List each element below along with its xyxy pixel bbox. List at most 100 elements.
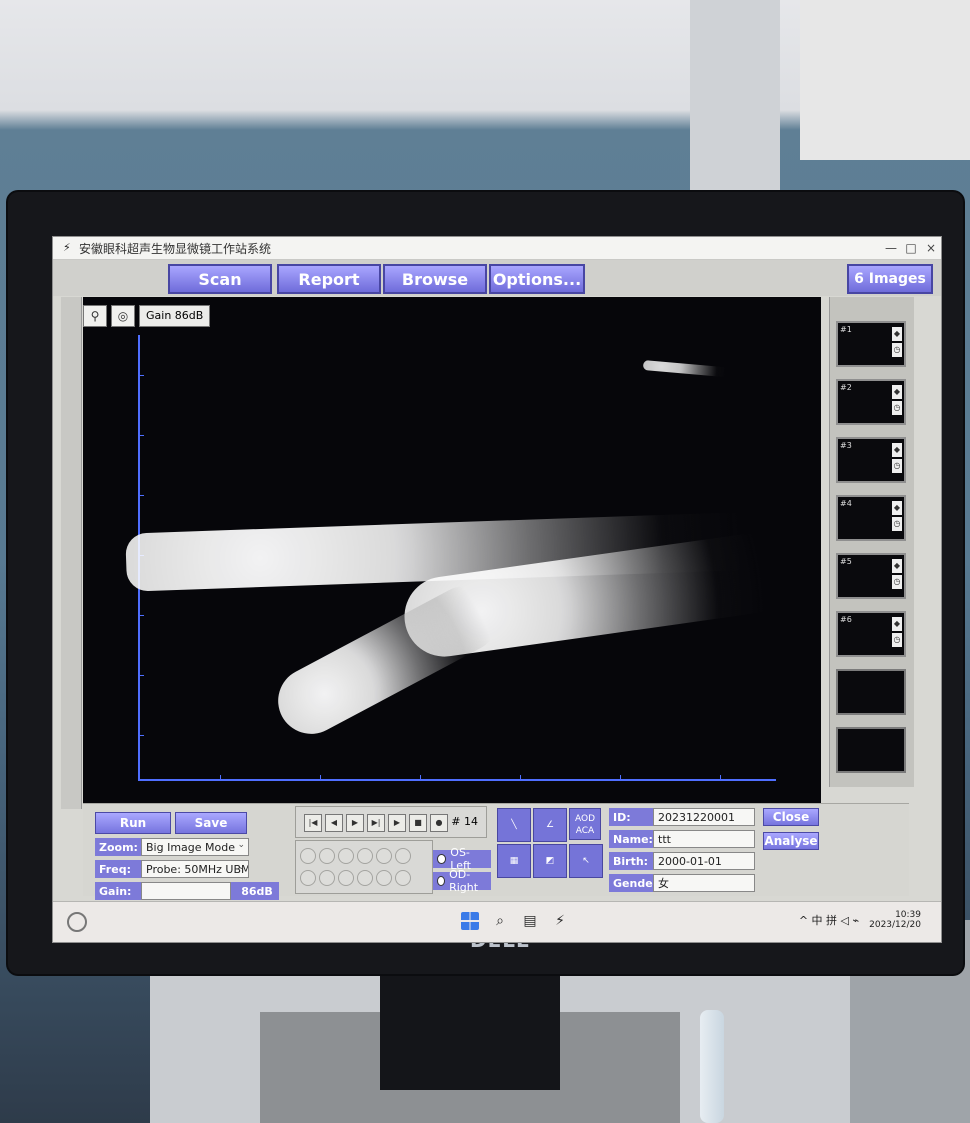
probe-icon[interactable]: ⚲: [83, 305, 107, 327]
freq-value: Probe: 50MHz UBM: [146, 862, 249, 876]
run-button[interactable]: Run: [95, 812, 171, 834]
measurement-tool-icon[interactable]: [376, 870, 392, 886]
save-button[interactable]: Save: [175, 812, 247, 834]
thumbnail-tool-icon[interactable]: ◷: [892, 401, 902, 415]
thumbnail-tool-icon[interactable]: ◆: [892, 385, 902, 399]
thumbnail-item[interactable]: #3 ◆ ◷: [836, 437, 906, 483]
taskbar-icons: ⌕ ▤ ⚡: [461, 912, 569, 930]
transport-row: |◀ ◀ ▶ ▶| ▶ ■ ●: [304, 814, 448, 832]
birth-field[interactable]: 2000-01-01: [653, 852, 755, 870]
gender-field[interactable]: 女: [653, 874, 755, 892]
thumbnail-tool-icon[interactable]: ◷: [892, 633, 902, 647]
y-tick: [138, 375, 144, 376]
measurement-tool-icon[interactable]: [300, 848, 316, 864]
os-left-radio[interactable]: OS-Left: [433, 846, 491, 872]
chevron-down-icon: ⌄: [237, 840, 245, 850]
id-field[interactable]: 20231220001: [653, 808, 755, 826]
thumbnail-tool-icon[interactable]: ◆: [892, 443, 902, 457]
measurement-row-1: [300, 848, 411, 864]
taskbar-status-icon[interactable]: [67, 912, 87, 932]
aod-aca-tool-icon[interactable]: AOD ACA: [569, 808, 601, 840]
measurement-tool-icon[interactable]: [319, 870, 335, 886]
close-window-button[interactable]: ×: [921, 241, 941, 255]
id-label: ID:: [609, 808, 653, 826]
menu-bar: Scan Report Browse Options... 6 Images: [53, 260, 941, 296]
thumbnail-tool-icon[interactable]: ◆: [892, 559, 902, 573]
measurement-tool-icon[interactable]: [357, 870, 373, 886]
play-button[interactable]: ▶: [388, 814, 406, 832]
app-shortcut-icon[interactable]: ⚡: [551, 912, 569, 930]
gain-display: Gain 86dB: [139, 305, 211, 327]
pointer-tool-icon[interactable]: ↖: [569, 844, 603, 878]
scan-button[interactable]: Scan: [168, 264, 272, 294]
thumbnail-tool-icon[interactable]: ◆: [892, 327, 902, 341]
record-button[interactable]: ●: [430, 814, 448, 832]
tray-icons[interactable]: ^ 中 拼 ◁ ⌁: [799, 912, 859, 928]
thumbnail-label: #3: [840, 441, 852, 450]
measurement-tool-icon[interactable]: [395, 870, 411, 886]
next-frame-button[interactable]: ▶: [346, 814, 364, 832]
wall-right: [800, 0, 970, 160]
last-frame-button[interactable]: ▶|: [367, 814, 385, 832]
clock-date: 2023/12/20: [869, 920, 921, 930]
measurement-tool-icon[interactable]: [319, 848, 335, 864]
left-scroll-rail[interactable]: [61, 297, 82, 809]
measurement-tool-icon[interactable]: [376, 848, 392, 864]
empty-thumbnail-slot[interactable]: [836, 727, 906, 773]
thumbnail-item[interactable]: #6 ◆ ◷: [836, 611, 906, 657]
file-explorer-icon[interactable]: ▤: [521, 912, 539, 930]
name-field[interactable]: ttt: [653, 830, 755, 848]
thumbnail-tool-icon[interactable]: ◷: [892, 459, 902, 473]
thumbnail-label: #1: [840, 325, 852, 334]
thumbnail-label: #2: [840, 383, 852, 392]
minimize-button[interactable]: —: [881, 241, 901, 255]
zoom-select[interactable]: Big Image Mode ⌄: [141, 838, 249, 856]
measurement-tools: [295, 840, 433, 894]
analyse-button[interactable]: Analyse: [763, 832, 819, 850]
previous-frame-button[interactable]: ◀: [325, 814, 343, 832]
aod-label: AOD: [574, 814, 595, 824]
ubm-scan-viewer[interactable]: ⚲ ◎ Gain 86dB: [83, 297, 821, 809]
windows-taskbar: ⌕ ▤ ⚡ ^ 中 拼 ◁ ⌁ 10:39 2023/12/20: [53, 901, 941, 942]
thumbnail-tool-icon[interactable]: ◷: [892, 575, 902, 589]
od-right-radio[interactable]: OD-Right: [433, 868, 491, 894]
line-tool-icon[interactable]: ╲: [497, 808, 531, 842]
clock-time: 10:39: [895, 910, 921, 920]
measurement-tool-icon[interactable]: [300, 870, 316, 886]
windows-start-icon[interactable]: [461, 912, 479, 930]
zoom-value: Big Image Mode: [146, 840, 235, 854]
target-icon[interactable]: ◎: [111, 305, 135, 327]
measurement-tool-icon[interactable]: [338, 870, 354, 886]
thumbnail-tool-icon[interactable]: ◆: [892, 501, 902, 515]
search-icon[interactable]: ⌕: [491, 912, 509, 930]
syringe: [700, 1010, 724, 1123]
thumbnail-tool-icon[interactable]: ◷: [892, 517, 902, 531]
options-button[interactable]: Options...: [489, 264, 585, 294]
freq-select[interactable]: Probe: 50MHz UBM ⌄: [141, 860, 249, 878]
region-tool-icon[interactable]: ◩: [533, 844, 567, 878]
measurement-tool-icon[interactable]: [338, 848, 354, 864]
stop-button[interactable]: ■: [409, 814, 427, 832]
maximize-button[interactable]: □: [901, 241, 921, 255]
thumbnail-strip: #1 ◆ ◷ #2 ◆ ◷ #3 ◆ ◷ #4 ◆ ◷ #5 ◆ ◷ #6 ◆ …: [829, 297, 914, 787]
thumbnail-item[interactable]: #2 ◆ ◷: [836, 379, 906, 425]
thumbnail-item[interactable]: #1 ◆ ◷: [836, 321, 906, 367]
report-button[interactable]: Report: [277, 264, 381, 294]
taskbar-clock[interactable]: 10:39 2023/12/20: [869, 910, 921, 930]
thumbnail-item[interactable]: #4 ◆ ◷: [836, 495, 906, 541]
gain-slider[interactable]: [141, 882, 231, 900]
close-record-button[interactable]: Close: [763, 808, 819, 826]
first-frame-button[interactable]: |◀: [304, 814, 322, 832]
empty-thumbnail-slot[interactable]: [836, 669, 906, 715]
measurement-tool-icon[interactable]: [395, 848, 411, 864]
y-tick: [138, 615, 144, 616]
grid-tool-icon[interactable]: ▦: [497, 844, 531, 878]
thumbnail-item[interactable]: #5 ◆ ◷: [836, 553, 906, 599]
angle-tool-icon[interactable]: ∠: [533, 808, 567, 842]
system-tray: ^ 中 拼 ◁ ⌁ 10:39 2023/12/20: [799, 910, 921, 930]
images-count-button[interactable]: 6 Images: [847, 264, 933, 294]
thumbnail-tool-icon[interactable]: ◷: [892, 343, 902, 357]
browse-button[interactable]: Browse: [383, 264, 487, 294]
measurement-tool-icon[interactable]: [357, 848, 373, 864]
thumbnail-tool-icon[interactable]: ◆: [892, 617, 902, 631]
